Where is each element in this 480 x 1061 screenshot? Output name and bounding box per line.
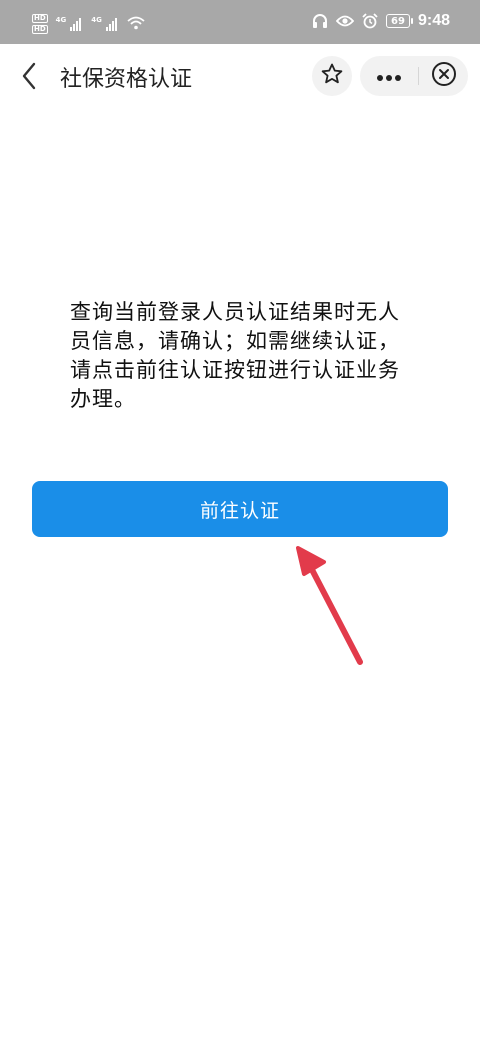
- eye-icon: [335, 14, 354, 28]
- hd-badges: HD HD: [32, 14, 48, 34]
- signal-icon: [70, 17, 82, 31]
- network-type-sim2: 4G: [91, 16, 102, 24]
- headphones-icon: [312, 13, 328, 29]
- signal-group: HD HD 4G 4G: [32, 14, 145, 34]
- annotation-arrow-icon: [280, 540, 380, 670]
- network-type-sim1: 4G: [55, 16, 67, 24]
- info-message: 查询当前登录人员认证结果时无人员信息，请确认；如需继续认证，请点击前往认证按钮进…: [70, 300, 400, 411]
- go-authenticate-button[interactable]: 前往认证: [32, 481, 448, 537]
- page-title: 社保资格认证: [60, 67, 193, 92]
- favorite-button[interactable]: [312, 56, 352, 96]
- status-bar: HD HD 4G 4G 69 9:48: [0, 0, 480, 44]
- wifi-icon: [127, 15, 145, 34]
- more-dots-icon: [376, 67, 402, 86]
- mini-program-capsule: [360, 56, 468, 96]
- close-circle-icon: [431, 61, 457, 91]
- close-button[interactable]: [424, 56, 464, 96]
- capsule-divider: [418, 67, 419, 85]
- title-bar: 社保资格认证: [0, 44, 480, 108]
- status-time: 9:48: [417, 12, 450, 29]
- back-button[interactable]: [14, 58, 46, 94]
- hd-badge-sim2: HD: [32, 25, 48, 34]
- alarm-icon: [362, 13, 378, 29]
- battery-icon: 69: [385, 14, 413, 28]
- star-icon: [320, 62, 344, 90]
- signal-icon: [105, 17, 117, 31]
- back-chevron-icon: [14, 62, 46, 98]
- more-button[interactable]: [360, 56, 418, 96]
- status-icons: 69 9:48: [312, 12, 450, 30]
- hd-badge-sim1: HD: [32, 14, 48, 23]
